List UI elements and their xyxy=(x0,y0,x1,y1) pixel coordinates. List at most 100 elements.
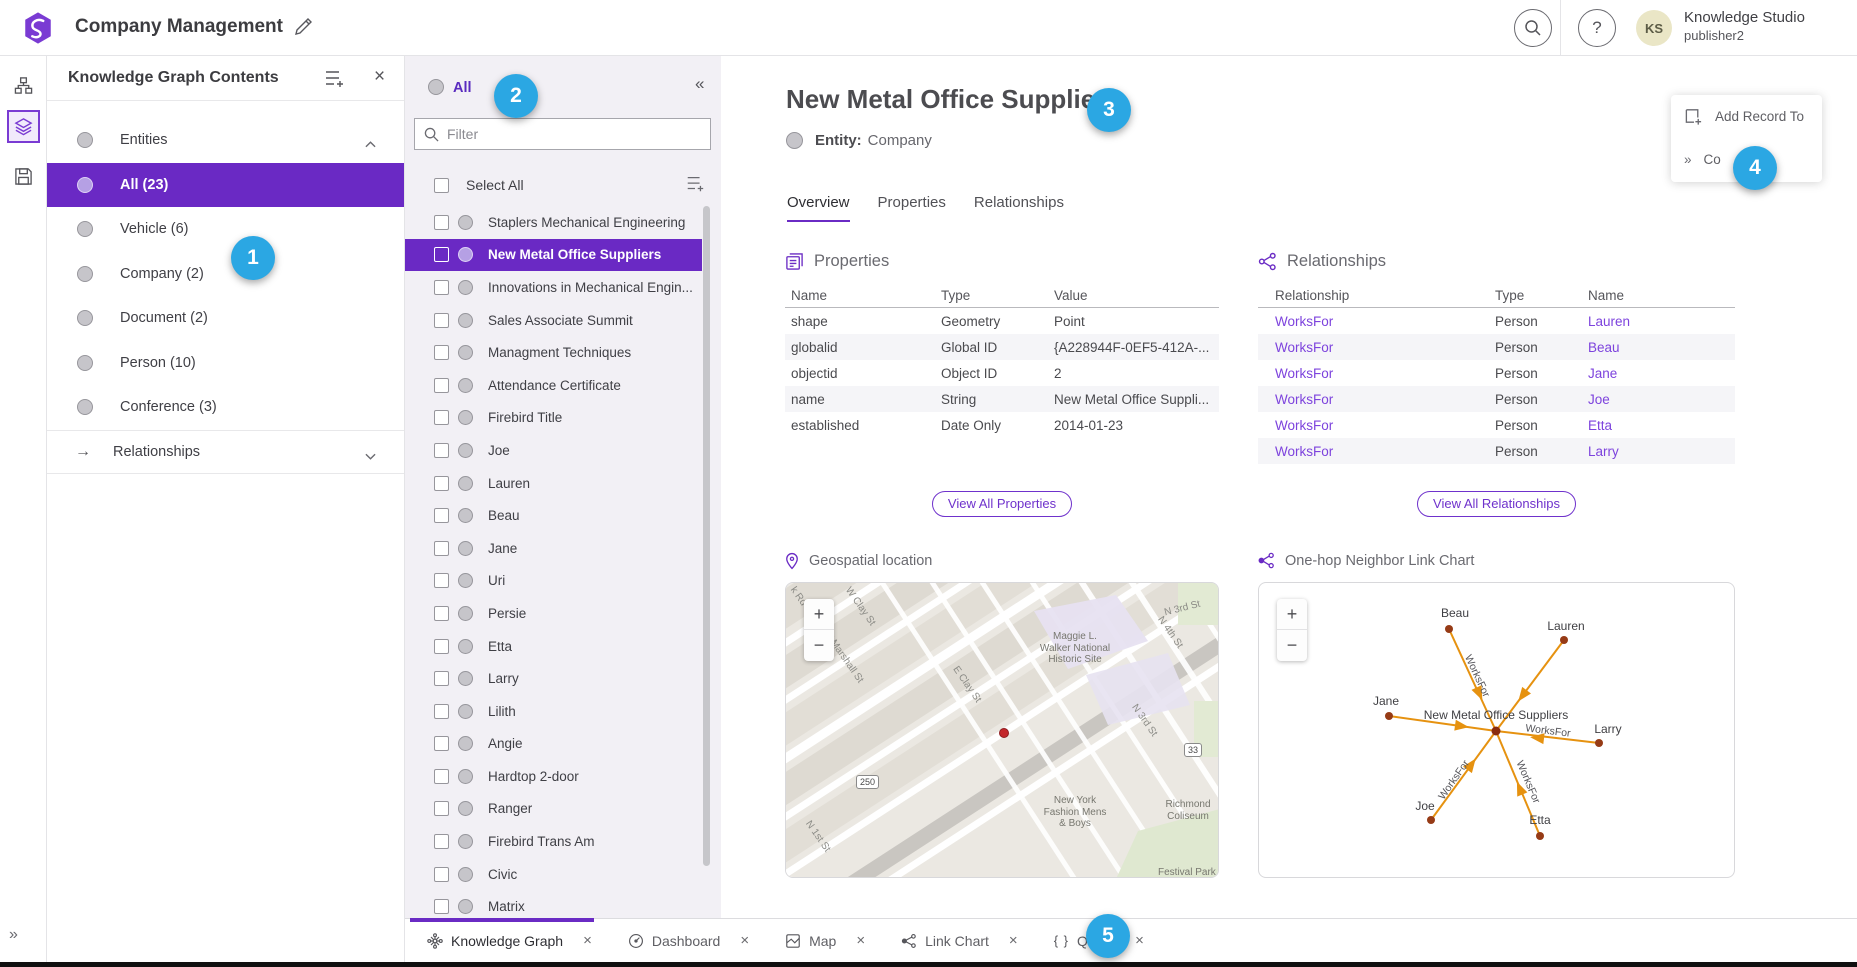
entity-checkbox[interactable] xyxy=(434,867,449,882)
entity-list-item[interactable]: Larry xyxy=(405,662,702,695)
entity-checkbox[interactable] xyxy=(434,769,449,784)
view-all-relationships-button[interactable]: View All Relationships xyxy=(1417,491,1576,517)
entity-list-item[interactable]: Staplers Mechanical Engineering xyxy=(405,206,702,239)
tab-knowledge-graph[interactable]: Knowledge Graph × xyxy=(427,932,592,949)
relationship-link[interactable]: WorksFor xyxy=(1258,418,1495,433)
relationship-link[interactable]: WorksFor xyxy=(1258,340,1495,355)
close-tab-icon[interactable]: × xyxy=(1135,932,1144,949)
entity-type-row[interactable]: Conference (3) xyxy=(47,385,404,430)
entity-list-item[interactable]: Joe xyxy=(405,434,702,467)
entity-list-item[interactable]: Persie xyxy=(405,597,702,630)
entity-list-item[interactable]: Etta xyxy=(405,630,702,663)
related-entity-link[interactable]: Lauren xyxy=(1588,314,1735,329)
avatar[interactable]: KS xyxy=(1636,10,1672,46)
entity-list-item[interactable]: Ranger xyxy=(405,793,702,826)
close-panel-icon[interactable]: × xyxy=(374,66,385,88)
chevron-down-icon[interactable] xyxy=(365,448,376,455)
center-node-label[interactable]: New Metal Office Suppliers xyxy=(1424,708,1569,722)
entity-list-scrollbar[interactable] xyxy=(703,206,710,866)
entity-list-item[interactable]: New Metal Office Suppliers xyxy=(405,239,702,272)
map-marker[interactable] xyxy=(1000,729,1009,738)
related-entity-link[interactable]: Etta xyxy=(1588,418,1735,433)
entity-checkbox[interactable] xyxy=(434,280,449,295)
related-entity-link[interactable]: Larry xyxy=(1588,444,1735,459)
entity-list-item[interactable]: Angie xyxy=(405,728,702,761)
search-button[interactable] xyxy=(1514,9,1552,47)
account-info[interactable]: Knowledge Studio publisher2 xyxy=(1684,9,1805,44)
entities-section-header[interactable]: Entities xyxy=(47,118,404,163)
app-logo-icon[interactable] xyxy=(21,11,55,45)
entity-list-item[interactable]: Attendance Certificate xyxy=(405,369,702,402)
entity-list-item[interactable]: Sales Associate Summit xyxy=(405,304,702,337)
filter-input[interactable] xyxy=(447,126,687,142)
entity-type-row[interactable]: Vehicle (6) xyxy=(47,207,404,252)
entity-checkbox[interactable] xyxy=(434,541,449,556)
link-chart-zoom-in-button[interactable]: + xyxy=(1277,599,1307,630)
entity-checkbox[interactable] xyxy=(434,313,449,328)
relationship-link[interactable]: WorksFor xyxy=(1258,314,1495,329)
entity-checkbox[interactable] xyxy=(434,736,449,751)
entity-list-item[interactable]: Jane xyxy=(405,532,702,565)
entity-list-item[interactable]: Firebird Trans Am xyxy=(405,825,702,858)
link-chart[interactable]: + − Beau Lauren Jane New Metal Office Su… xyxy=(1258,582,1735,878)
entity-checkbox[interactable] xyxy=(434,410,449,425)
close-tab-icon[interactable]: × xyxy=(1009,932,1018,949)
map-zoom-in-button[interactable]: + xyxy=(804,599,834,630)
map-zoom-out-button[interactable]: − xyxy=(804,630,834,661)
entity-checkbox[interactable] xyxy=(434,834,449,849)
relationship-link[interactable]: WorksFor xyxy=(1258,392,1495,407)
entity-list-item[interactable]: Matrix xyxy=(405,890,702,918)
entity-list-item[interactable]: Civic xyxy=(405,858,702,891)
node-label[interactable]: Beau xyxy=(1441,606,1469,620)
node-label[interactable]: Lauren xyxy=(1547,619,1584,633)
record-tab[interactable]: Relationships xyxy=(974,194,1064,222)
entity-type-row[interactable]: Person (10) xyxy=(47,341,404,386)
record-tab[interactable]: Overview xyxy=(787,194,850,222)
node-label[interactable]: Larry xyxy=(1594,722,1621,736)
related-entity-link[interactable]: Joe xyxy=(1588,392,1735,407)
new-list-icon[interactable] xyxy=(323,68,345,90)
entity-list-item[interactable]: Lauren xyxy=(405,467,702,500)
entity-list-item[interactable]: Managment Techniques xyxy=(405,336,702,369)
tab-dashboard[interactable]: Dashboard × xyxy=(628,932,749,949)
relationship-link[interactable]: WorksFor xyxy=(1258,366,1495,381)
entity-type-row[interactable]: All (23) xyxy=(47,163,404,208)
entity-checkbox[interactable] xyxy=(434,508,449,523)
entity-list-item[interactable]: Firebird Title xyxy=(405,402,702,435)
entity-checkbox[interactable] xyxy=(434,443,449,458)
entity-list-item[interactable]: Hardtop 2-door xyxy=(405,760,702,793)
entity-checkbox[interactable] xyxy=(434,899,449,914)
entity-checkbox[interactable] xyxy=(434,345,449,360)
tab-map[interactable]: Map × xyxy=(785,932,865,949)
select-all-row[interactable]: Select All xyxy=(405,168,702,202)
related-entity-link[interactable]: Beau xyxy=(1588,340,1735,355)
entity-list-item[interactable]: Lilith xyxy=(405,695,702,728)
edit-title-icon[interactable] xyxy=(293,17,313,37)
entity-checkbox[interactable] xyxy=(434,378,449,393)
relationships-section-header[interactable]: → Relationships xyxy=(47,430,404,474)
entity-type-row[interactable]: Document (2) xyxy=(47,296,404,341)
entity-checkbox[interactable] xyxy=(434,247,449,262)
help-button[interactable]: ? xyxy=(1578,9,1616,47)
view-all-properties-button[interactable]: View All Properties xyxy=(932,491,1072,517)
entity-list-item[interactable]: Innovations in Mechanical Engin... xyxy=(405,271,702,304)
collapse-panel-icon[interactable]: « xyxy=(695,74,704,94)
entity-checkbox[interactable] xyxy=(434,704,449,719)
add-record-to-menu-item[interactable]: Add Record To xyxy=(1671,95,1822,138)
chevron-up-icon[interactable] xyxy=(365,136,376,143)
record-tab[interactable]: Properties xyxy=(878,194,946,222)
add-to-list-icon[interactable] xyxy=(685,174,705,194)
tab-link-chart[interactable]: Link Chart × xyxy=(901,932,1018,949)
relationship-link[interactable]: WorksFor xyxy=(1258,444,1495,459)
entity-checkbox[interactable] xyxy=(434,639,449,654)
link-chart-zoom-out-button[interactable]: − xyxy=(1277,630,1307,661)
layers-icon[interactable] xyxy=(7,110,40,143)
entity-checkbox[interactable] xyxy=(434,671,449,686)
entity-list-item[interactable]: Uri xyxy=(405,565,702,598)
save-icon[interactable] xyxy=(7,160,40,193)
node-label[interactable]: Etta xyxy=(1529,813,1550,827)
close-tab-icon[interactable]: × xyxy=(856,932,865,949)
geospatial-map[interactable]: + − k Rd W Clay St W Marshall St E Clay … xyxy=(785,582,1219,878)
select-all-checkbox[interactable] xyxy=(434,178,449,193)
entity-type-row[interactable]: Company (2) xyxy=(47,252,404,297)
